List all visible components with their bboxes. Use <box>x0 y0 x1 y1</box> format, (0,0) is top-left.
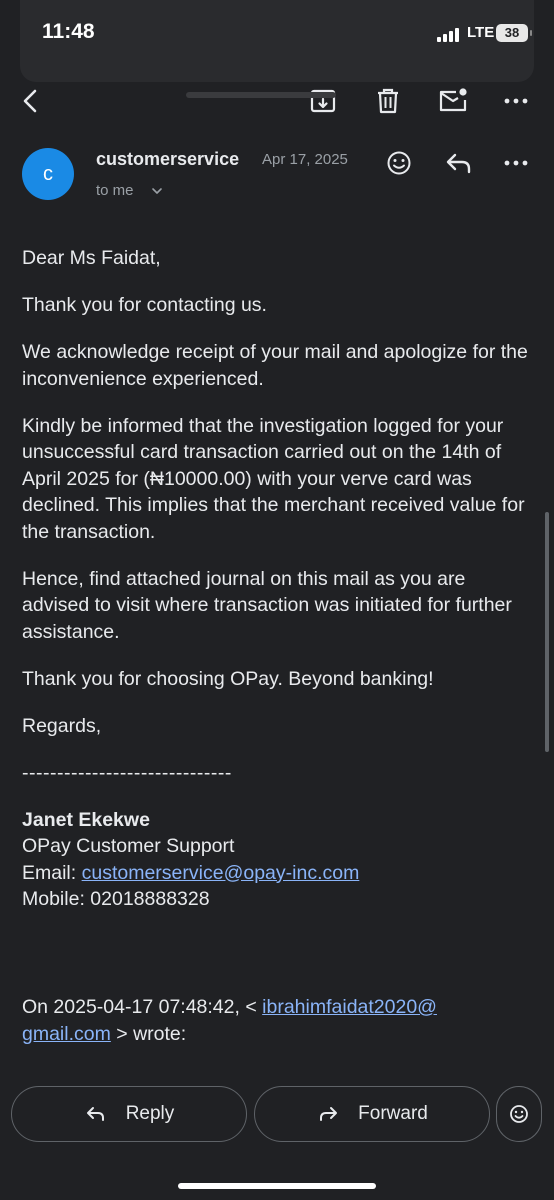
reply-icon[interactable] <box>442 146 476 180</box>
signature-divider: ------------------------------ <box>22 761 232 784</box>
signature-mobile: Mobile: 02018888328 <box>22 888 210 910</box>
body-paragraph: Hence, find attached journal on this mai… <box>22 567 512 643</box>
battery-icon: 38 <box>496 24 532 42</box>
signature-email-row: Email: customerservice@opay-inc.com <box>22 860 534 887</box>
greeting: Dear Ms Faidat, <box>22 247 161 269</box>
status-bar: 11:48 LTE 38 <box>0 0 554 62</box>
signal-icon <box>437 26 463 42</box>
sender-name[interactable]: customerservice <box>96 149 239 170</box>
signature: Janet Ekekwe OPay Customer Support Email… <box>22 807 534 913</box>
regards: Regards, <box>22 714 102 737</box>
signature-name: Janet Ekekwe <box>22 808 150 831</box>
signature-title: OPay Customer Support <box>22 835 235 857</box>
quote-prefix: On 2025-04-17 07:48:42, < <box>22 996 263 1018</box>
body-paragraph: Thank you for contacting us. <box>22 294 267 316</box>
reply-icon <box>86 1107 104 1121</box>
more-horizontal-icon[interactable] <box>499 146 533 180</box>
emoji-reaction-button[interactable] <box>496 1086 542 1142</box>
signature-email-link[interactable]: customerservice@opay-inc.com <box>82 862 360 884</box>
quote-email-link[interactable]: gmail.com <box>22 1023 111 1045</box>
network-label: LTE <box>467 24 495 41</box>
quoted-header: On 2025-04-17 07:48:42, < ibrahimfaidat2… <box>22 994 534 1047</box>
back-arrow-icon[interactable] <box>14 84 48 118</box>
message-date: Apr 17, 2025 <box>262 151 348 168</box>
chevron-down-icon[interactable] <box>150 184 164 198</box>
forward-label: Forward <box>358 1103 428 1124</box>
email-label: Email: <box>22 861 82 884</box>
add-reaction-icon[interactable] <box>382 146 416 180</box>
sender-avatar[interactable]: c <box>22 148 74 200</box>
status-time: 11:48 <box>42 20 95 43</box>
scrollbar[interactable] <box>545 512 549 752</box>
message-body: Dear Ms Faidat, Thank you for contacting… <box>22 245 534 913</box>
emoji-icon <box>510 1105 528 1123</box>
trash-icon[interactable] <box>371 84 405 118</box>
forward-button[interactable]: Forward <box>254 1086 490 1142</box>
more-horizontal-icon[interactable] <box>499 84 533 118</box>
quote-email-link[interactable]: ibrahimfaidat2020@ <box>262 996 437 1018</box>
body-paragraph: Kindly be informed that the investigatio… <box>22 414 525 543</box>
mail-unread-icon[interactable] <box>436 84 470 118</box>
forward-icon <box>320 1107 338 1121</box>
home-indicator[interactable] <box>178 1183 376 1189</box>
scroll-indicator <box>186 92 336 98</box>
archive-icon[interactable] <box>306 84 340 118</box>
recipient-label[interactable]: to me <box>96 182 134 199</box>
reply-button[interactable]: Reply <box>11 1086 247 1142</box>
reply-label: Reply <box>125 1103 175 1124</box>
top-toolbar <box>0 62 554 140</box>
quote-suffix: > wrote: <box>110 1022 187 1045</box>
body-paragraph: Thank you for choosing OPay. Beyond bank… <box>22 667 434 690</box>
body-paragraph: We acknowledge receipt of your mail and … <box>22 341 528 390</box>
